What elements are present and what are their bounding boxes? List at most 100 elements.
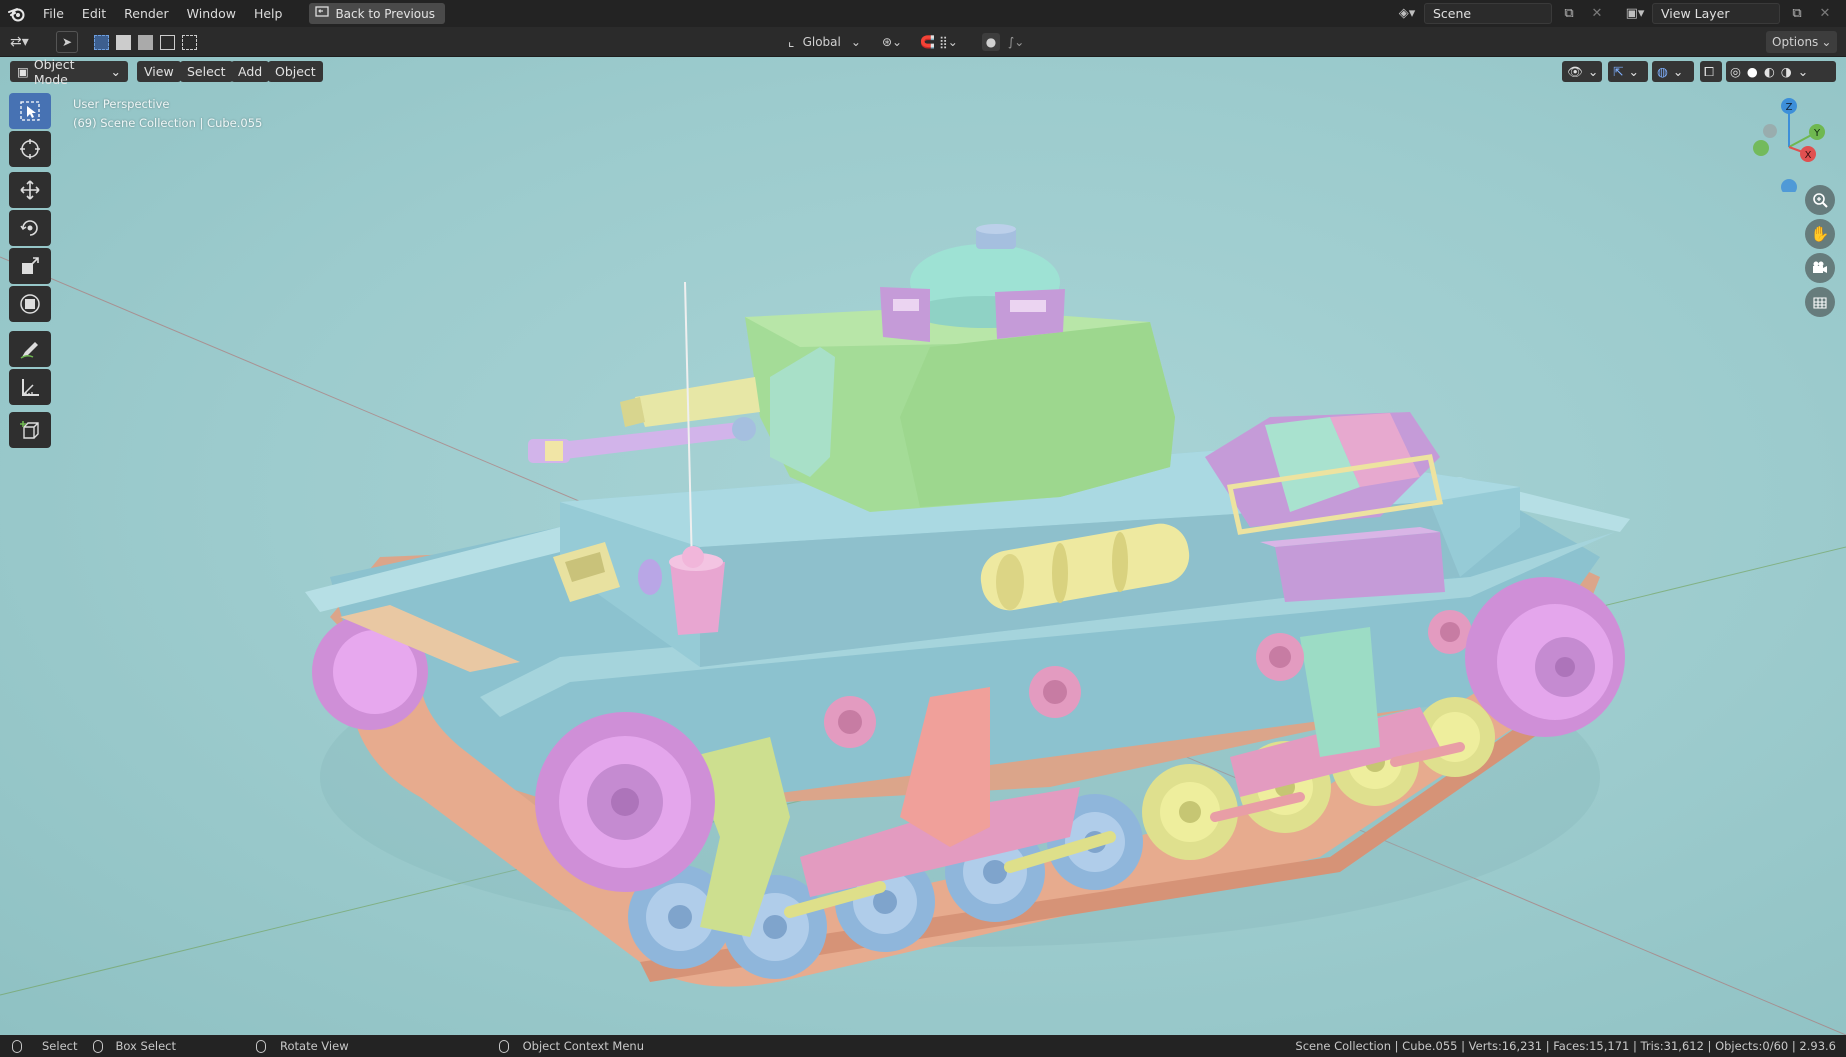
- status-context-menu: Object Context Menu: [498, 1039, 644, 1053]
- status-rotate-view-label: Rotate View: [280, 1039, 349, 1053]
- new-scene-icon[interactable]: ⧉: [1558, 3, 1580, 24]
- 3d-viewport[interactable]: ▣ Object Mode ⌄ View Select Add Object 👁…: [0, 57, 1846, 1035]
- editor-type-icon[interactable]: ⇄▾: [10, 31, 29, 53]
- overlays-icon: ◍: [1657, 64, 1668, 79]
- options-label: Options: [1772, 35, 1819, 49]
- status-context-menu-label: Object Context Menu: [522, 1039, 644, 1053]
- selection-mode-icons[interactable]: [94, 31, 197, 53]
- visibility-dropdown[interactable]: 👁 ⌄: [1562, 61, 1602, 82]
- scene-selector[interactable]: Scene: [1424, 3, 1552, 24]
- shading-modes[interactable]: ◎ ● ◐ ◑ ⌄: [1726, 61, 1836, 82]
- transform-icon[interactable]: [9, 286, 51, 322]
- view-menu[interactable]: View: [137, 61, 181, 82]
- rotate-icon[interactable]: [9, 210, 51, 246]
- add-menu[interactable]: Add: [231, 61, 270, 82]
- back-to-previous-button[interactable]: Back to Previous: [309, 3, 445, 24]
- pan-hand-icon[interactable]: ✋: [1805, 219, 1835, 249]
- scene-name: Scene: [1433, 6, 1472, 21]
- solid-shading-icon[interactable]: ●: [1747, 64, 1758, 79]
- annotate-icon[interactable]: [9, 331, 51, 367]
- menu-window[interactable]: Window: [178, 0, 245, 27]
- blender-logo-icon[interactable]: [0, 0, 34, 27]
- new-view-layer-icon[interactable]: ⧉: [1786, 3, 1808, 24]
- options-dropdown[interactable]: Options ⌄: [1766, 31, 1838, 53]
- scene-statistics: Scene Collection | Cube.055 | Verts:16,2…: [1295, 1039, 1836, 1053]
- mouse-right-icon: [498, 1039, 509, 1053]
- chevron-down-icon: ⌄: [1797, 64, 1809, 79]
- menu-help[interactable]: Help: [245, 0, 292, 27]
- neg-z-axis-handle: [1781, 179, 1797, 192]
- z-axis-label: Z: [1786, 102, 1793, 113]
- cursor-icon[interactable]: [9, 131, 51, 167]
- status-select-label: Select: [42, 1039, 78, 1053]
- back-to-previous-label: Back to Previous: [335, 6, 435, 21]
- material-shading-icon[interactable]: ◐: [1764, 64, 1775, 79]
- view-menu-label: View: [144, 64, 174, 79]
- navigation-gizmo[interactable]: Z Y X: [1740, 92, 1840, 192]
- xray-icon: ⧠: [1704, 63, 1715, 79]
- object-mode-icon: ▣: [17, 64, 29, 79]
- object-menu-label: Object: [275, 64, 316, 79]
- y-axis-label: Y: [1813, 128, 1821, 139]
- zoom-icon[interactable]: [1805, 185, 1835, 215]
- rendered-shading-icon[interactable]: ◑: [1781, 64, 1792, 79]
- status-rotate-view: Rotate View: [256, 1039, 349, 1053]
- transform-orientation-dropdown[interactable]: ⌞ Global ⌄: [788, 31, 861, 53]
- measure-icon[interactable]: [9, 369, 51, 405]
- chevron-down-icon: ⌄: [850, 35, 861, 49]
- add-cube-icon[interactable]: [9, 412, 51, 448]
- proportional-edit-icon[interactable]: ●: [982, 31, 1000, 53]
- x-axis-label: X: [1805, 150, 1812, 161]
- view-layer-icon[interactable]: ▣▾: [1624, 3, 1646, 24]
- falloff-icon[interactable]: ∫⌄: [1008, 31, 1024, 53]
- neg-y-axis-handle: [1753, 140, 1769, 156]
- snap-icon[interactable]: 🧲 ⣿⌄: [920, 31, 958, 53]
- orientation-icon: ⌞: [788, 34, 795, 50]
- neg-x-axis-handle: [1763, 124, 1777, 138]
- gizmo-toggle[interactable]: ⇱ ⌄: [1608, 61, 1648, 82]
- overlays-toggle[interactable]: ◍ ⌄: [1652, 61, 1694, 82]
- view-layer-selector[interactable]: View Layer: [1652, 3, 1780, 24]
- mouse-drag-icon: [93, 1039, 104, 1053]
- collection-label: (69) Scene Collection | Cube.055: [73, 116, 263, 130]
- menu-render[interactable]: Render: [115, 0, 178, 27]
- gizmo-icon: ⇱: [1613, 64, 1624, 79]
- view-layer-name: View Layer: [1661, 6, 1730, 21]
- select-box-icon[interactable]: [9, 93, 51, 129]
- eye-icon: 👁: [1567, 63, 1583, 79]
- menu-edit[interactable]: Edit: [73, 0, 115, 27]
- mouse-middle-icon: [256, 1039, 266, 1053]
- status-select: Select: [12, 1039, 77, 1053]
- camera-icon[interactable]: [1805, 253, 1835, 283]
- object-mode-dropdown[interactable]: ▣ Object Mode ⌄: [10, 57, 128, 87]
- chevron-down-icon: ⌄: [110, 64, 121, 79]
- remove-view-layer-icon[interactable]: ✕: [1814, 3, 1836, 24]
- perspective-label: User Perspective: [73, 97, 170, 111]
- select-tool-icon[interactable]: ➤: [56, 31, 78, 53]
- xray-toggle[interactable]: ⧠: [1700, 61, 1722, 82]
- object-mode-label: Object Mode: [33, 57, 75, 87]
- back-screen-icon: [315, 6, 330, 21]
- select-menu[interactable]: Select: [180, 61, 233, 82]
- tank-model-render: [0, 224, 1846, 1035]
- menu-file[interactable]: File: [34, 0, 73, 27]
- remove-scene-icon[interactable]: ✕: [1586, 3, 1608, 24]
- chevron-down-icon: ⌄: [1628, 64, 1639, 79]
- tool-header: ⇄▾ ➤ ⌞ Global ⌄ ⊛⌄ 🧲 ⣿⌄ ● ∫⌄ Options ⌄: [0, 27, 1846, 57]
- pivot-point-icon[interactable]: ⊛⌄: [882, 31, 902, 53]
- status-box-select: Box Select: [93, 1039, 176, 1053]
- chevron-down-icon: ⌄: [1821, 35, 1832, 49]
- main-gun: [560, 422, 745, 459]
- scene-type-icon[interactable]: ◈▾: [1396, 3, 1418, 24]
- orientation-label: Global: [802, 35, 841, 49]
- add-menu-label: Add: [238, 64, 263, 79]
- wireframe-shading-icon[interactable]: ◎: [1730, 64, 1741, 79]
- object-menu[interactable]: Object: [268, 61, 323, 82]
- select-menu-label: Select: [187, 64, 226, 79]
- status-box-select-label: Box Select: [115, 1039, 176, 1053]
- chevron-down-icon: ⌄: [1672, 64, 1684, 79]
- grid-ortho-icon[interactable]: [1805, 287, 1835, 317]
- move-icon[interactable]: [9, 172, 51, 208]
- scale-icon[interactable]: [9, 248, 51, 284]
- status-bar: Select Box Select Rotate View Object Con…: [0, 1035, 1846, 1057]
